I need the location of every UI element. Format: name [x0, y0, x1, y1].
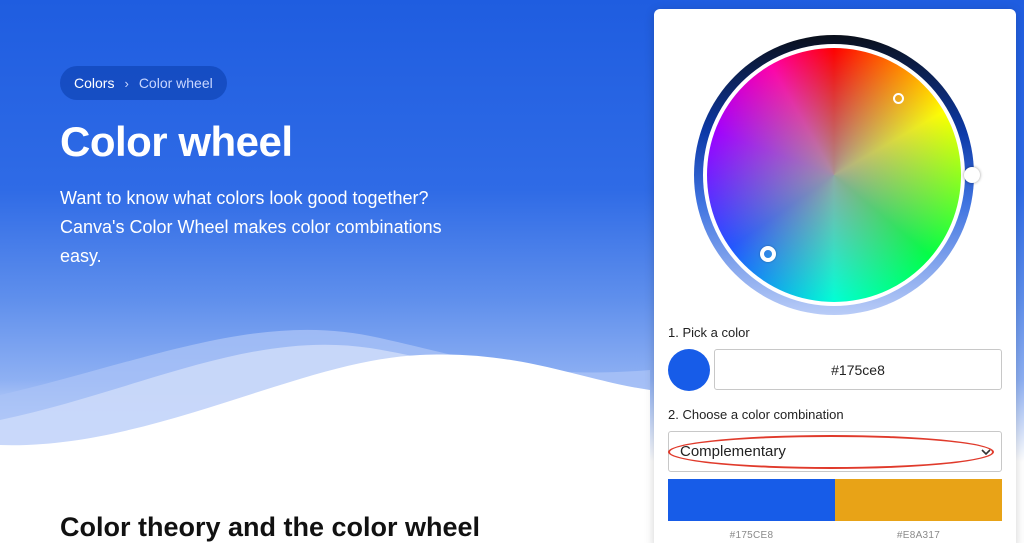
color-wheel-panel: 1. Pick a color 2. Choose a color combin… — [654, 9, 1016, 543]
breadcrumb-chevron-icon: › — [124, 75, 129, 91]
hue-wheel[interactable] — [707, 48, 961, 302]
palette-hex-label: #E8A317 — [896, 530, 941, 541]
palette-swatch[interactable] — [835, 479, 1002, 521]
breadcrumb-link-colors[interactable]: Colors — [74, 75, 114, 91]
palette-hex-labels: #175CE8 #E8A317 — [668, 530, 1002, 541]
combination-selected-value: Complementary — [680, 443, 786, 460]
palette-hex-label: #175CE8 — [729, 530, 774, 541]
brightness-slider-knob[interactable] — [964, 167, 980, 183]
page-description: Want to know what colors look good toget… — [60, 188, 442, 266]
color-combination-select[interactable]: Complementary — [668, 431, 1002, 472]
color-wheel[interactable] — [694, 35, 980, 315]
section-heading: Color theory and the color wheel — [60, 512, 481, 542]
step-choose-combination-label: 2. Choose a color combination — [668, 407, 844, 422]
step-pick-color-label: 1. Pick a color — [668, 325, 750, 340]
chevron-down-icon — [981, 448, 991, 455]
page-title: Color wheel — [60, 118, 293, 165]
complementary-color-handle[interactable] — [893, 93, 904, 104]
selected-color-swatch[interactable] — [668, 349, 710, 391]
palette-swatch[interactable] — [668, 479, 835, 521]
hex-color-input[interactable] — [714, 349, 1002, 390]
color-palette — [668, 479, 1002, 521]
breadcrumb-current-page: Color wheel — [138, 75, 213, 91]
primary-color-handle[interactable] — [760, 246, 776, 262]
breadcrumb: Colors › Color wheel — [60, 66, 227, 100]
